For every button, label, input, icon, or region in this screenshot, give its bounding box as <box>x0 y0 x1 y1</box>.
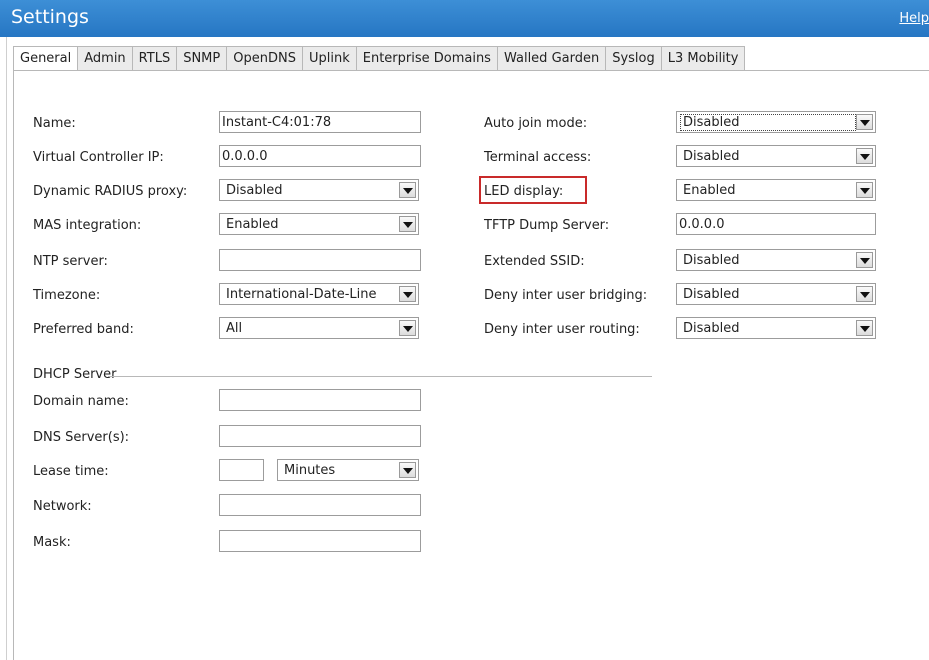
terminal-access-value: Disabled <box>683 149 740 164</box>
title-bar: Settings Help <box>0 0 929 37</box>
lease-time-unit-value: Minutes <box>284 463 336 478</box>
domain-name-field[interactable] <box>219 389 421 411</box>
dynamic-radius-proxy-value: Disabled <box>226 183 283 198</box>
chevron-down-icon <box>856 320 873 336</box>
dynamic-radius-proxy-label: Dynamic RADIUS proxy: <box>33 184 188 199</box>
chevron-down-icon <box>399 216 416 232</box>
ntp-server-field[interactable] <box>219 249 421 271</box>
dhcp-server-divider <box>108 376 652 377</box>
lease-time-field[interactable] <box>219 459 264 481</box>
terminal-access-select[interactable]: Disabled <box>676 145 876 167</box>
timezone-select[interactable]: International-Date-Line <box>219 283 419 305</box>
chevron-down-icon <box>399 320 416 336</box>
tab-walled-garden[interactable]: Walled Garden <box>497 46 607 71</box>
virtual-controller-ip-field[interactable]: 0.0.0.0 <box>219 145 421 167</box>
deny-inter-user-routing-label: Deny inter user routing: <box>484 322 640 337</box>
virtual-controller-ip-label: Virtual Controller IP: <box>33 150 164 165</box>
chevron-down-icon <box>856 148 873 164</box>
chevron-down-icon <box>856 286 873 302</box>
terminal-access-label: Terminal access: <box>484 150 592 165</box>
led-display-label: LED display: <box>484 184 564 199</box>
lease-time-unit-select[interactable]: Minutes <box>277 459 419 481</box>
tab-snmp[interactable]: SNMP <box>177 46 228 71</box>
extended-ssid-label: Extended SSID: <box>484 254 585 269</box>
name-field[interactable]: Instant-C4:01:78 <box>219 111 421 133</box>
mas-integration-label: MAS integration: <box>33 218 142 233</box>
deny-inter-user-routing-value: Disabled <box>683 321 740 336</box>
deny-inter-user-routing-select[interactable]: Disabled <box>676 317 876 339</box>
tab-rtls[interactable]: RTLS <box>132 46 178 71</box>
lease-time-label: Lease time: <box>33 464 109 479</box>
network-field[interactable] <box>219 494 421 516</box>
tab-syslog[interactable]: Syslog <box>606 46 662 71</box>
page-title: Settings <box>11 6 89 28</box>
timezone-value: International-Date-Line <box>226 287 377 302</box>
deny-inter-user-bridging-value: Disabled <box>683 287 740 302</box>
chevron-down-icon <box>856 114 873 130</box>
auto-join-mode-label: Auto join mode: <box>484 116 588 131</box>
chevron-down-icon <box>856 252 873 268</box>
chevron-down-icon <box>856 182 873 198</box>
preferred-band-label: Preferred band: <box>33 322 134 337</box>
ntp-server-label: NTP server: <box>33 254 108 269</box>
deny-inter-user-bridging-label: Deny inter user bridging: <box>484 288 648 303</box>
tab-divider <box>13 70 929 71</box>
timezone-label: Timezone: <box>33 288 101 303</box>
dynamic-radius-proxy-select[interactable]: Disabled <box>219 179 419 201</box>
chevron-down-icon <box>399 182 416 198</box>
tab-admin[interactable]: Admin <box>78 46 133 71</box>
mas-integration-select[interactable]: Enabled <box>219 213 419 235</box>
tab-opendns[interactable]: OpenDNS <box>227 46 303 71</box>
mask-label: Mask: <box>33 535 71 550</box>
panel-border <box>13 71 14 660</box>
network-label: Network: <box>33 499 92 514</box>
deny-inter-user-bridging-select[interactable]: Disabled <box>676 283 876 305</box>
tab-l3-mobility[interactable]: L3 Mobility <box>661 46 746 71</box>
tftp-dump-server-field[interactable]: 0.0.0.0 <box>676 213 876 235</box>
auto-join-mode-select[interactable]: Disabled <box>676 111 876 133</box>
preferred-band-value: All <box>226 321 243 336</box>
tftp-dump-server-label: TFTP Dump Server: <box>484 218 610 233</box>
extended-ssid-value: Disabled <box>683 253 740 268</box>
tab-enterprise-domains[interactable]: Enterprise Domains <box>356 46 498 71</box>
auto-join-mode-value: Disabled <box>680 114 856 131</box>
tab-uplink[interactable]: Uplink <box>302 46 357 71</box>
mas-integration-value: Enabled <box>226 217 279 232</box>
extended-ssid-select[interactable]: Disabled <box>676 249 876 271</box>
dns-servers-label: DNS Server(s): <box>33 430 130 445</box>
chevron-down-icon <box>399 286 416 302</box>
dhcp-server-legend: DHCP Server <box>33 367 117 382</box>
dns-servers-field[interactable] <box>219 425 421 447</box>
led-display-select[interactable]: Enabled <box>676 179 876 201</box>
led-display-value: Enabled <box>683 183 736 198</box>
tab-bar: General Admin RTLS SNMP OpenDNS Uplink E… <box>13 46 746 71</box>
preferred-band-select[interactable]: All <box>219 317 419 339</box>
mask-field[interactable] <box>219 530 421 552</box>
chevron-down-icon <box>399 462 416 478</box>
help-link[interactable]: Help <box>899 11 929 26</box>
tab-general[interactable]: General <box>13 46 79 71</box>
domain-name-label: Domain name: <box>33 394 129 409</box>
name-label: Name: <box>33 116 76 131</box>
